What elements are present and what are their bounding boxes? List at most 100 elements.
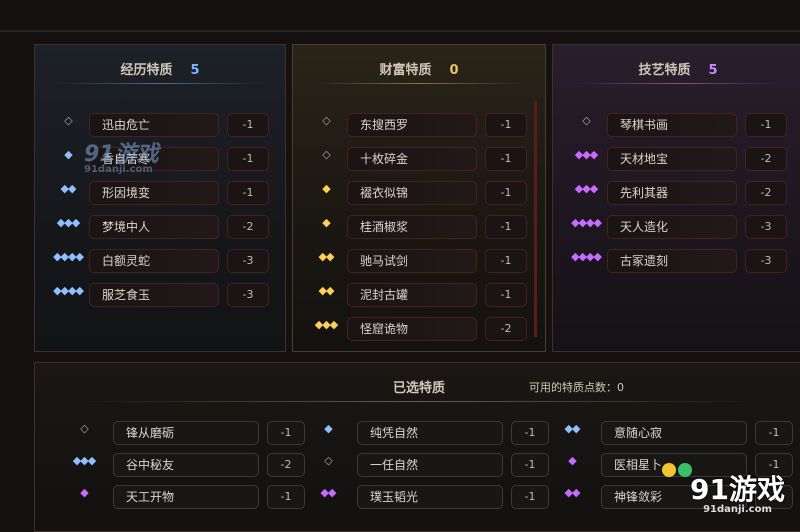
trait-cost: -2 [267,453,305,477]
trait-cost: -1 [227,181,269,205]
trait-name-button[interactable]: 十枚碎金 [347,147,477,171]
trait-cost: -3 [227,283,269,307]
trait-gem-icon: ◆◆ [564,422,581,435]
trait-row[interactable]: ◇ 东搜西罗 -1 [293,113,545,139]
trait-name-button[interactable]: 泥封古罐 [347,283,477,307]
trait-row[interactable]: ◇ 十枚碎金 -1 [293,147,545,173]
header-rule [313,83,525,84]
trait-gem-icon: ◇ [64,114,72,127]
skill-panel-header: 技艺特质 5 [553,59,800,81]
trait-row[interactable]: ◆◆◆ 先利其器 -2 [553,181,800,207]
trait-cost: -3 [745,249,787,273]
trait-cost: -1 [485,113,527,137]
trait-name-button[interactable]: 古冢遗刻 [607,249,737,273]
skill-count: 5 [708,63,718,78]
trait-row[interactable]: ◆◆◆ 谷中秘友 -2 [61,453,305,479]
wealth-traits-panel: 财富特质 0 ◇ 东搜西罗 -1 ◇ 十枚碎金 -1 ◆ 裰衣似锦 -1 ◆ 桂酒椒浆 -1 ◆◆ 驰马试剑… [292,44,546,352]
trait-row[interactable]: ◆◆◆◆ 白额灵蛇 -3 [35,249,285,275]
trait-name-button[interactable]: 意随心寂 [601,421,747,445]
trait-cost: -2 [745,181,787,205]
trait-name-button[interactable]: 谷中秘友 [113,453,259,477]
trait-name-button[interactable]: 璞玉韬光 [357,485,503,509]
trait-row[interactable]: ◆◆◆ 梦境中人 -2 [35,215,285,241]
trait-name-button[interactable]: 先利其器 [607,181,737,205]
experience-traits-panel: 经历特质 5 ◇ 迅由危亡 -1 ◆ 香自苦寒 -1 ◆◆ 形因境变 -1 ◆◆◆ 梦境中人 -2 ◆◆◆… [34,44,286,352]
trait-name-button[interactable]: 服芝食玉 [89,283,219,307]
trait-gem-icon: ◆ [322,182,330,195]
trait-row[interactable]: ◆ 裰衣似锦 -1 [293,181,545,207]
trait-gem-icon: ◆◆◆◆ [53,250,84,263]
trait-gem-icon: ◆◆ [564,486,581,499]
selected-header-rule [75,401,763,402]
watermark-top-url: 91danji.com [84,164,153,175]
trait-row[interactable]: ◆ 香自苦寒 -1 [35,147,285,173]
trait-row[interactable]: ◆◆ 驰马试剑 -1 [293,249,545,275]
trait-name-button[interactable]: 形因境变 [89,181,219,205]
trait-cost: -1 [227,113,269,137]
trait-name-button[interactable]: 天人造化 [607,215,737,239]
trait-cost: -1 [511,485,549,509]
available-points-label: 可用的特质点数：0 [529,381,624,394]
trait-name-button[interactable]: 纯凭自然 [357,421,503,445]
trait-row[interactable]: ◆ 纯凭自然 -1 [305,421,549,447]
trait-cost: -1 [485,215,527,239]
trait-name-button[interactable]: 东搜西罗 [347,113,477,137]
trait-name-button[interactable]: 驰马试剑 [347,249,477,273]
trait-cost: -1 [755,421,793,445]
trait-cost: -1 [485,147,527,171]
wealth-count: 0 [449,63,459,78]
trait-row[interactable]: ◇ 一任自然 -1 [305,453,549,479]
trait-row[interactable]: ◆◆ 意随心寂 -1 [549,421,793,447]
trait-cost: -3 [227,249,269,273]
trait-gem-icon: ◆◆ [318,250,335,263]
trait-name-button[interactable]: 梦境中人 [89,215,219,239]
trait-row[interactable]: ◆◆◆ 怪窟诡物 -2 [293,317,545,343]
wealth-panel-header: 财富特质 0 [293,59,545,81]
trait-cost: -1 [267,421,305,445]
trait-name-button[interactable]: 琴棋书画 [607,113,737,137]
trait-gem-icon: ◆ [64,148,72,161]
trait-row[interactable]: ◇ 锋从磨砺 -1 [61,421,305,447]
trait-gem-icon: ◆◆ [318,284,335,297]
trait-gem-icon: ◆ [324,422,332,435]
watermark-logo-top: 91游戏 91danji.com [84,136,159,175]
trait-gem-icon: ◆ [568,454,576,467]
trait-row[interactable]: ◆◆◆ 天材地宝 -2 [553,147,800,173]
experience-count: 5 [190,63,200,78]
trait-name-button[interactable]: 迅由危亡 [89,113,219,137]
trait-row[interactable]: ◆◆◆◆ 古冢遗刻 -3 [553,249,800,275]
trait-name-button[interactable]: 天材地宝 [607,147,737,171]
trait-gem-icon: ◆◆ [320,486,337,499]
trait-row[interactable]: ◆ 桂酒椒浆 -1 [293,215,545,241]
skill-traits-panel: 技艺特质 5 ◇ 琴棋书画 -1 ◆◆◆ 天材地宝 -2 ◆◆◆ 先利其器 -2 ◆◆◆◆ 天人造化 -… [552,44,800,352]
trait-name-button[interactable]: 桂酒椒浆 [347,215,477,239]
wealth-scrollbar[interactable] [534,101,537,337]
trait-gem-icon: ◆◆◆◆ [53,284,84,297]
trait-cost: -1 [485,181,527,205]
trait-name-button[interactable]: 一任自然 [357,453,503,477]
trait-gem-icon: ◇ [322,148,330,161]
trait-row[interactable]: ◆ 天工开物 -1 [61,485,305,511]
trait-name-button[interactable]: 天工开物 [113,485,259,509]
trait-row[interactable]: ◆◆◆◆ 服芝食玉 -3 [35,283,285,309]
trait-gem-icon: ◆◆ [60,182,77,195]
header-rule [573,83,783,84]
trait-name-button[interactable]: 怪窟诡物 [347,317,477,341]
trait-name-button[interactable]: 锋从磨砺 [113,421,259,445]
trait-row[interactable]: ◆◆ 璞玉韬光 -1 [305,485,549,511]
trait-name-button[interactable]: 裰衣似锦 [347,181,477,205]
trait-gem-icon: ◇ [80,422,88,435]
trait-name-button[interactable]: 白额灵蛇 [89,249,219,273]
trait-row[interactable]: ◆◆ 泥封古罐 -1 [293,283,545,309]
trait-gem-icon: ◆ [322,216,330,229]
watermark-logo-bottom: 91游戏 91danji.com [690,468,785,515]
trait-row[interactable]: ◇ 琴棋书画 -1 [553,113,800,139]
trait-row[interactable]: ◆◆ 形因境变 -1 [35,181,285,207]
trait-row[interactable]: ◆◆◆◆ 天人造化 -3 [553,215,800,241]
trait-cost: -1 [485,249,527,273]
trait-cost: -1 [267,485,305,509]
trait-row[interactable]: ◇ 迅由危亡 -1 [35,113,285,139]
trait-cost: -1 [511,421,549,445]
skill-title: 技艺特质 [638,63,691,78]
trait-gem-icon: ◆◆◆ [72,454,96,467]
